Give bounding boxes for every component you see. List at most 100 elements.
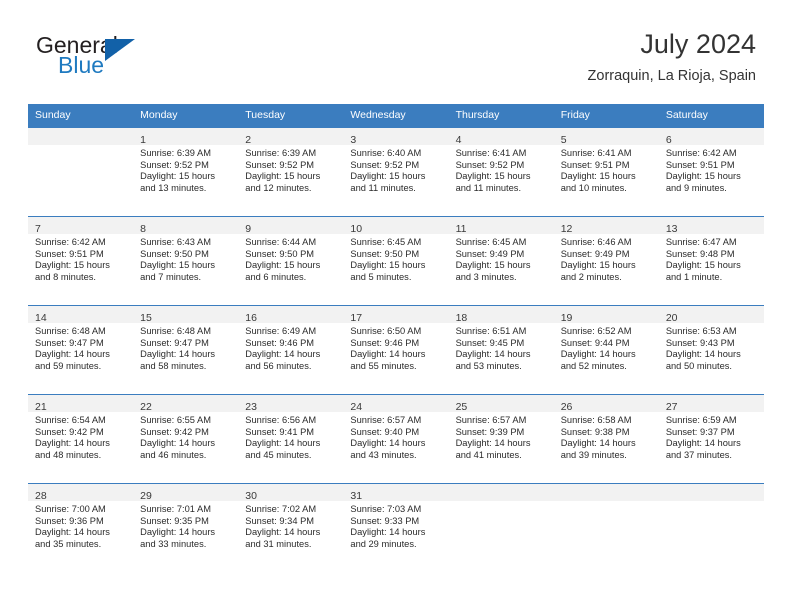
sunrise-time: Sunrise: 7:01 AM bbox=[140, 504, 211, 514]
calendar-day-cell[interactable]: 31 Sunrise: 7:03 AM Sunset: 9:33 PM Dayligh… bbox=[343, 483, 449, 572]
calendar-day-cell[interactable]: 15 Sunrise: 6:48 AM Sunset: 9:47 PM Dayligh… bbox=[133, 305, 239, 395]
day-number-band: 25 bbox=[448, 395, 554, 413]
day-cell-content: 21 Sunrise: 6:54 AM Sunset: 9:42 PM Dayligh… bbox=[28, 395, 134, 483]
day-number-band: 31 bbox=[343, 484, 449, 502]
sunrise-time: Sunrise: 7:00 AM bbox=[35, 504, 106, 514]
daylight-duration-line2: and 7 minutes. bbox=[140, 271, 202, 282]
sunrise-time: Sunrise: 6:40 AM bbox=[350, 148, 422, 158]
calendar-day-cell[interactable]: 27 Sunrise: 6:59 AM Sunset: 9:37 PM Dayligh… bbox=[658, 394, 764, 484]
daylight-duration-line1: Daylight: 15 hours bbox=[350, 171, 426, 182]
calendar-day-cell[interactable] bbox=[658, 483, 764, 572]
day-cell-content bbox=[553, 484, 659, 572]
sun-info: Sunrise: 6:48 AM Sunset: 9:47 PM Daylight:… bbox=[28, 323, 133, 372]
calendar-day-cell[interactable] bbox=[448, 483, 554, 572]
calendar-day-cell[interactable]: 6 Sunrise: 6:42 AM Sunset: 9:51 PM Daylight… bbox=[658, 127, 764, 217]
sunset-time: Sunset: 9:36 PM bbox=[35, 515, 104, 526]
brand-logo[interactable]: General Blue bbox=[36, 34, 216, 84]
calendar-day-cell[interactable] bbox=[553, 483, 659, 572]
sunset-time: Sunset: 9:39 PM bbox=[455, 426, 525, 437]
calendar-day-cell[interactable]: 10 Sunrise: 6:45 AM Sunset: 9:50 PM Dayligh… bbox=[343, 216, 449, 306]
day-number-band: 14 bbox=[28, 306, 134, 324]
daylight-duration-line1: Daylight: 14 hours bbox=[140, 349, 216, 360]
day-number: 14 bbox=[35, 312, 47, 324]
daylight-duration-line2: and 35 minutes. bbox=[35, 538, 102, 549]
sunset-time: Sunset: 9:50 PM bbox=[245, 248, 315, 259]
sun-info: Sunrise: 7:02 AM Sunset: 9:34 PM Daylight:… bbox=[238, 501, 343, 550]
sunrise-time: Sunrise: 6:45 AM bbox=[350, 237, 422, 247]
day-number: 15 bbox=[140, 312, 152, 324]
daylight-duration-line1: Daylight: 14 hours bbox=[350, 349, 426, 360]
daylight-duration-line1: Daylight: 14 hours bbox=[665, 349, 741, 360]
daylight-duration-line2: and 6 minutes. bbox=[245, 271, 307, 282]
calendar-day-cell[interactable]: 2 Sunrise: 6:39 AM Sunset: 9:52 PM Daylight… bbox=[238, 127, 344, 217]
calendar-day-cell[interactable]: 13 Sunrise: 6:47 AM Sunset: 9:48 PM Dayligh… bbox=[658, 216, 764, 306]
page-title: July 2024 bbox=[640, 29, 756, 59]
calendar-day-cell[interactable]: 22 Sunrise: 6:55 AM Sunset: 9:42 PM Dayligh… bbox=[133, 394, 239, 484]
daylight-duration-line1: Daylight: 15 hours bbox=[455, 260, 531, 271]
sun-info: Sunrise: 6:39 AM Sunset: 9:52 PM Daylight:… bbox=[238, 145, 343, 194]
day-number-band: 6 bbox=[658, 128, 764, 146]
sun-info: Sunrise: 6:45 AM Sunset: 9:50 PM Daylight:… bbox=[343, 234, 448, 283]
day-cell-content: 12 Sunrise: 6:46 AM Sunset: 9:49 PM Dayligh… bbox=[553, 217, 659, 305]
day-cell-content: 17 Sunrise: 6:50 AM Sunset: 9:46 PM Dayligh… bbox=[343, 306, 449, 394]
daylight-duration-line1: Daylight: 14 hours bbox=[665, 438, 741, 449]
day-number-band: 24 bbox=[343, 395, 449, 413]
calendar-day-cell[interactable]: 17 Sunrise: 6:50 AM Sunset: 9:46 PM Dayligh… bbox=[343, 305, 449, 395]
daylight-duration-line1: Daylight: 15 hours bbox=[560, 260, 636, 271]
day-cell-content: 15 Sunrise: 6:48 AM Sunset: 9:47 PM Dayligh… bbox=[133, 306, 239, 394]
calendar-day-cell[interactable]: 20 Sunrise: 6:53 AM Sunset: 9:43 PM Dayligh… bbox=[658, 305, 764, 395]
day-number-band: 9 bbox=[238, 217, 344, 235]
daylight-duration-line2: and 52 minutes. bbox=[560, 360, 627, 371]
calendar-day-cell[interactable]: 5 Sunrise: 6:41 AM Sunset: 9:51 PM Daylight… bbox=[553, 127, 659, 217]
daylight-duration-line1: Daylight: 15 hours bbox=[245, 260, 321, 271]
calendar-day-cell[interactable]: 3 Sunrise: 6:40 AM Sunset: 9:52 PM Daylight… bbox=[343, 127, 449, 217]
calendar-day-cell[interactable]: 11 Sunrise: 6:45 AM Sunset: 9:49 PM Dayligh… bbox=[448, 216, 554, 306]
calendar-day-cell[interactable] bbox=[28, 127, 134, 217]
day-number-band: 26 bbox=[553, 395, 659, 413]
weekday-header-saturday: Saturday bbox=[658, 104, 764, 128]
sun-info: Sunrise: 6:49 AM Sunset: 9:46 PM Daylight:… bbox=[238, 323, 343, 372]
calendar-day-cell[interactable]: 9 Sunrise: 6:44 AM Sunset: 9:50 PM Daylight… bbox=[238, 216, 344, 306]
sunset-time: Sunset: 9:43 PM bbox=[665, 337, 735, 348]
daylight-duration-line1: Daylight: 15 hours bbox=[665, 171, 741, 182]
calendar-day-cell[interactable]: 26 Sunrise: 6:58 AM Sunset: 9:38 PM Dayligh… bbox=[553, 394, 659, 484]
calendar-day-cell[interactable]: 19 Sunrise: 6:52 AM Sunset: 9:44 PM Dayligh… bbox=[553, 305, 659, 395]
calendar-day-cell[interactable]: 1 Sunrise: 6:39 AM Sunset: 9:52 PM Daylight… bbox=[133, 127, 239, 217]
day-number-band bbox=[658, 484, 764, 501]
calendar-day-cell[interactable]: 18 Sunrise: 6:51 AM Sunset: 9:45 PM Dayligh… bbox=[448, 305, 554, 395]
day-number: 2 bbox=[245, 134, 252, 146]
daylight-duration-line2: and 31 minutes. bbox=[245, 538, 312, 549]
calendar-day-cell[interactable]: 8 Sunrise: 6:43 AM Sunset: 9:50 PM Daylight… bbox=[133, 216, 239, 306]
daylight-duration-line2: and 2 minutes. bbox=[560, 271, 622, 282]
calendar-day-cell[interactable]: 12 Sunrise: 6:46 AM Sunset: 9:49 PM Dayligh… bbox=[553, 216, 659, 306]
day-cell-content: 5 Sunrise: 6:41 AM Sunset: 9:51 PM Daylight… bbox=[553, 128, 659, 216]
day-cell-content: 26 Sunrise: 6:58 AM Sunset: 9:38 PM Dayligh… bbox=[553, 395, 659, 483]
sun-info: Sunrise: 7:03 AM Sunset: 9:33 PM Daylight:… bbox=[343, 501, 448, 550]
sunrise-time: Sunrise: 6:46 AM bbox=[560, 237, 632, 247]
daylight-duration-line1: Daylight: 14 hours bbox=[140, 438, 216, 449]
calendar-day-cell[interactable]: 25 Sunrise: 6:57 AM Sunset: 9:39 PM Dayligh… bbox=[448, 394, 554, 484]
calendar-day-cell[interactable]: 30 Sunrise: 7:02 AM Sunset: 9:34 PM Dayligh… bbox=[238, 483, 344, 572]
calendar-day-cell[interactable]: 14 Sunrise: 6:48 AM Sunset: 9:47 PM Dayligh… bbox=[28, 305, 134, 395]
calendar-day-cell[interactable]: 24 Sunrise: 6:57 AM Sunset: 9:40 PM Dayligh… bbox=[343, 394, 449, 484]
day-number: 4 bbox=[455, 134, 462, 146]
calendar-day-cell[interactable]: 16 Sunrise: 6:49 AM Sunset: 9:46 PM Dayligh… bbox=[238, 305, 344, 395]
day-cell-content bbox=[658, 484, 764, 572]
day-number-band: 8 bbox=[133, 217, 239, 235]
sunrise-time: Sunrise: 6:39 AM bbox=[140, 148, 211, 158]
daylight-duration-line2: and 46 minutes. bbox=[140, 449, 207, 460]
calendar-day-cell[interactable]: 7 Sunrise: 6:42 AM Sunset: 9:51 PM Daylight… bbox=[28, 216, 134, 306]
calendar-day-cell[interactable]: 28 Sunrise: 7:00 AM Sunset: 9:36 PM Dayligh… bbox=[28, 483, 134, 572]
sunrise-time: Sunrise: 6:56 AM bbox=[245, 415, 317, 425]
calendar-day-cell[interactable]: 23 Sunrise: 6:56 AM Sunset: 9:41 PM Dayligh… bbox=[238, 394, 344, 484]
calendar-day-cell[interactable]: 21 Sunrise: 6:54 AM Sunset: 9:42 PM Dayligh… bbox=[28, 394, 134, 484]
sunrise-time: Sunrise: 6:41 AM bbox=[560, 148, 632, 158]
calendar-day-cell[interactable]: 29 Sunrise: 7:01 AM Sunset: 9:35 PM Dayligh… bbox=[133, 483, 239, 572]
day-cell-content: 25 Sunrise: 6:57 AM Sunset: 9:39 PM Dayligh… bbox=[448, 395, 554, 483]
day-cell-content: 23 Sunrise: 6:56 AM Sunset: 9:41 PM Dayligh… bbox=[238, 395, 344, 483]
sunrise-time: Sunrise: 6:53 AM bbox=[665, 326, 737, 336]
day-number: 20 bbox=[665, 312, 678, 324]
sunrise-time: Sunrise: 6:39 AM bbox=[245, 148, 317, 158]
sunrise-time: Sunrise: 6:54 AM bbox=[35, 415, 106, 425]
calendar-day-cell[interactable]: 4 Sunrise: 6:41 AM Sunset: 9:52 PM Daylight… bbox=[448, 127, 554, 217]
